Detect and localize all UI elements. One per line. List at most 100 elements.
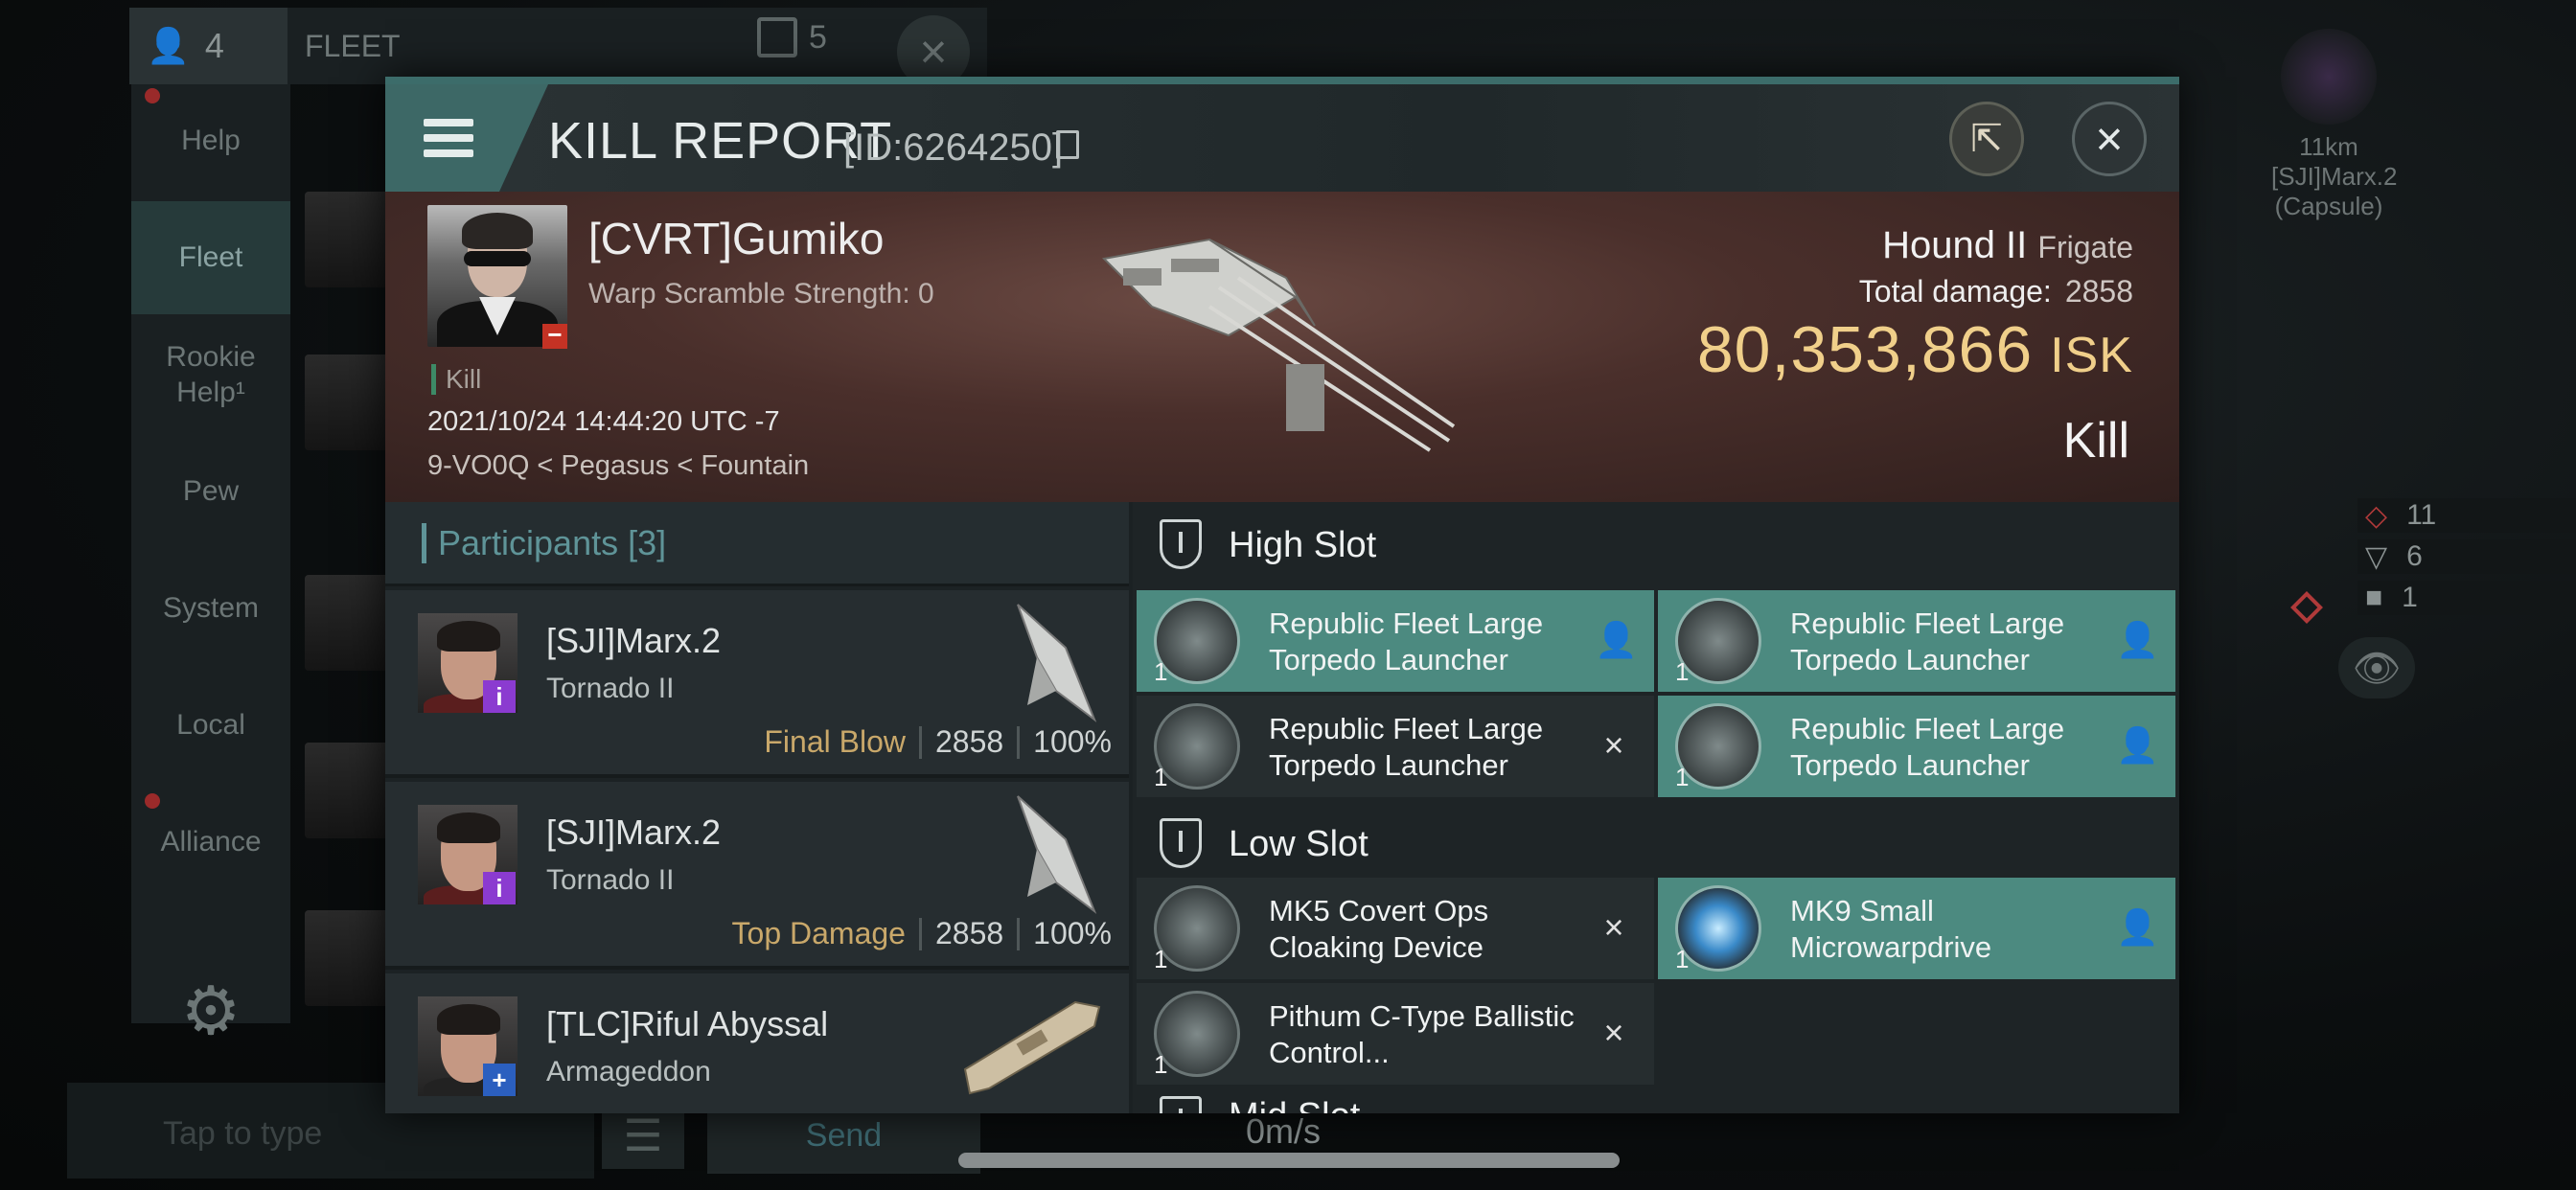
kill-datetime: 2021/10/24 14:44:20 UTC -7 [427,406,780,437]
locked-target[interactable]: 11km [SJI]Marx.2 (Capsule) [2271,29,2398,222]
destroyed-x-icon: × [1603,725,1624,765]
sidebar-item-fleet[interactable]: Fleet [131,201,290,314]
module-qty: 1 [1154,657,1168,686]
close-button[interactable]: × [2072,102,2147,176]
result-label: Kill [2062,413,2129,469]
module-qty: 1 [1154,945,1168,973]
modal-header: KILL REPORT [ID:6264250] ⇱ × [385,84,2179,192]
info-badge-icon: i [483,872,516,904]
tornado-ship-icon [1017,795,1097,914]
chat-avatar [305,355,391,450]
overview-count: 1 [2402,582,2418,613]
warp-scramble: Warp Scramble Strength: 0 [588,278,934,309]
participants-panel: Participants [3] i [SJI]Marx.2 Tornado I… [385,502,1129,1113]
share-icon: ⇱ [1970,118,2003,160]
modal-title: KILL REPORT [548,112,893,170]
final-blow-label: Final Blow [764,724,906,759]
sidebar-item-system[interactable]: System [131,552,290,665]
menu-button[interactable] [385,84,548,192]
share-button[interactable]: ⇱ [1949,102,2024,176]
top-damage-label: Top Damage [731,916,906,950]
participant-row[interactable]: + [TLC]Riful Abyssal Armageddon [385,973,1129,1113]
sidebar-item-local[interactable]: Local [131,669,290,782]
participant-name: [SJI]Marx.2 [546,621,722,660]
participant-name: [SJI]Marx.2 [546,812,722,852]
gear-icon[interactable]: ⚙ [172,973,249,1049]
fitting-panel: High Slot 1 Republic Fleet Large Torpedo… [1133,502,2179,1113]
target-marker-icon [2290,591,2323,624]
damage-value: 2858 [934,724,1004,759]
module-item[interactable]: 1 Pithum C-Type Ballistic Control... × [1137,983,1654,1085]
armageddon-ship-icon [963,1000,1101,1095]
module-name: Republic Fleet Large Torpedo Launcher [1790,712,2065,782]
home-indicator[interactable] [958,1153,1620,1168]
module-qty: 1 [1675,657,1690,686]
victim-name[interactable]: [CVRT]Gumiko [588,213,884,264]
fleet-label: FLEET [305,29,401,63]
speed-readout: 0m/s [1246,1111,1322,1151]
isk-amount: 80,353,866 [1696,313,2034,386]
victim-banner: − [CVRT]Gumiko Warp Scramble Strength: 0… [385,192,2179,502]
module-item[interactable]: 1 Republic Fleet Large Torpedo Launcher … [1137,696,1654,797]
member-count-box[interactable]: 👤 4 [129,8,288,84]
damage-value: 2858 [934,916,1004,950]
person-icon: 👤 [2116,725,2159,765]
participant-stats: Final Blow 2858 100% [764,724,1112,760]
module-item[interactable]: 1 Republic Fleet Large Torpedo Launcher … [1658,696,2175,797]
chat-avatar [305,192,391,287]
module-item[interactable]: 1 MK5 Covert Ops Cloaking Device × [1137,878,1654,979]
module-item[interactable]: 1 MK9 Small Microwarpdrive 👤 [1658,878,2175,979]
kill-tag: Kill [431,364,481,395]
mid-slot-header: Mid Slot [1133,1090,2179,1113]
squad-count-value: 5 [809,18,827,56]
kill-location[interactable]: 9-VO0Q < Pegasus < Fountain [427,450,809,482]
report-id: [ID:6264250] [843,126,1064,169]
module-name: Republic Fleet Large Torpedo Launcher [1269,712,1544,782]
participant-row[interactable]: i [SJI]Marx.2 Tornado II Top Damage 2858… [385,782,1129,970]
module-qty: 1 [1675,945,1690,973]
total-damage-value: 2858 [2064,274,2133,309]
sidebar-item-label: System [162,592,260,625]
ship-name[interactable]: Hound II Frigate [1882,224,2133,267]
module-name: MK5 Covert Ops Cloaking Device [1269,894,1489,964]
eye-icon[interactable]: 👁 [2338,637,2415,698]
participant-row[interactable]: i [SJI]Marx.2 Tornado II Final Blow 2858… [385,590,1129,778]
copy-icon[interactable] [1056,130,1079,159]
chat-avatar [305,910,391,1006]
isk-value: 80,353,866 ISK [1697,312,2133,387]
chat-avatar [305,575,391,671]
module-name: Pithum C-Type Ballistic Control... [1269,999,1575,1069]
target-distance: 11km [2299,132,2358,161]
ship-name-value: Hound II [1882,224,2028,266]
squad-count[interactable]: 5 [757,17,827,57]
diamond-icon: ◇ [2365,499,2388,532]
info-badge-icon: i [483,680,516,713]
participant-name: [TLC]Riful Abyssal [546,1004,829,1043]
sidebar-item-pew[interactable]: Pew [131,435,290,548]
destroyed-x-icon: × [1603,1013,1624,1052]
overview-count-neutral[interactable]: ▽ 6 [2358,539,2576,574]
target-icon [2281,29,2377,125]
notification-dot [145,793,160,809]
chat-avatar [305,743,391,838]
target-name: [SJI]Marx.2 [2271,162,2398,192]
plus-badge-icon: + [483,1064,516,1096]
damage-percent: 100% [1033,724,1112,759]
module-qty: 1 [1154,1050,1168,1079]
high-slot-header: High Slot [1133,502,2179,586]
module-item[interactable]: 1 Republic Fleet Large Torpedo Launcher … [1658,590,2175,692]
module-name: MK9 Small Microwarpdrive [1790,894,1992,964]
module-item[interactable]: 1 Republic Fleet Large Torpedo Launcher … [1137,590,1654,692]
overview-count-hostile[interactable]: ◇ 11 [2358,498,2576,533]
square-icon: ■ [2365,582,2383,613]
high-slot-shield-icon [1160,519,1202,569]
sidebar-item-rookie-help[interactable]: Rookie Help¹ [131,318,290,431]
sidebar-item-label: Fleet [178,241,243,274]
module-name: Republic Fleet Large Torpedo Launcher [1790,606,2065,676]
mid-slot-label: Mid Slot [1229,1096,1360,1113]
overview-count-other[interactable]: ■ 1 [2358,581,2576,615]
destroyed-x-icon: × [1603,907,1624,947]
participant-stats: Top Damage 2858 100% [732,916,1112,951]
sidebar-item-label: Rookie Help¹ [166,340,256,409]
overview-count: 6 [2406,540,2423,572]
